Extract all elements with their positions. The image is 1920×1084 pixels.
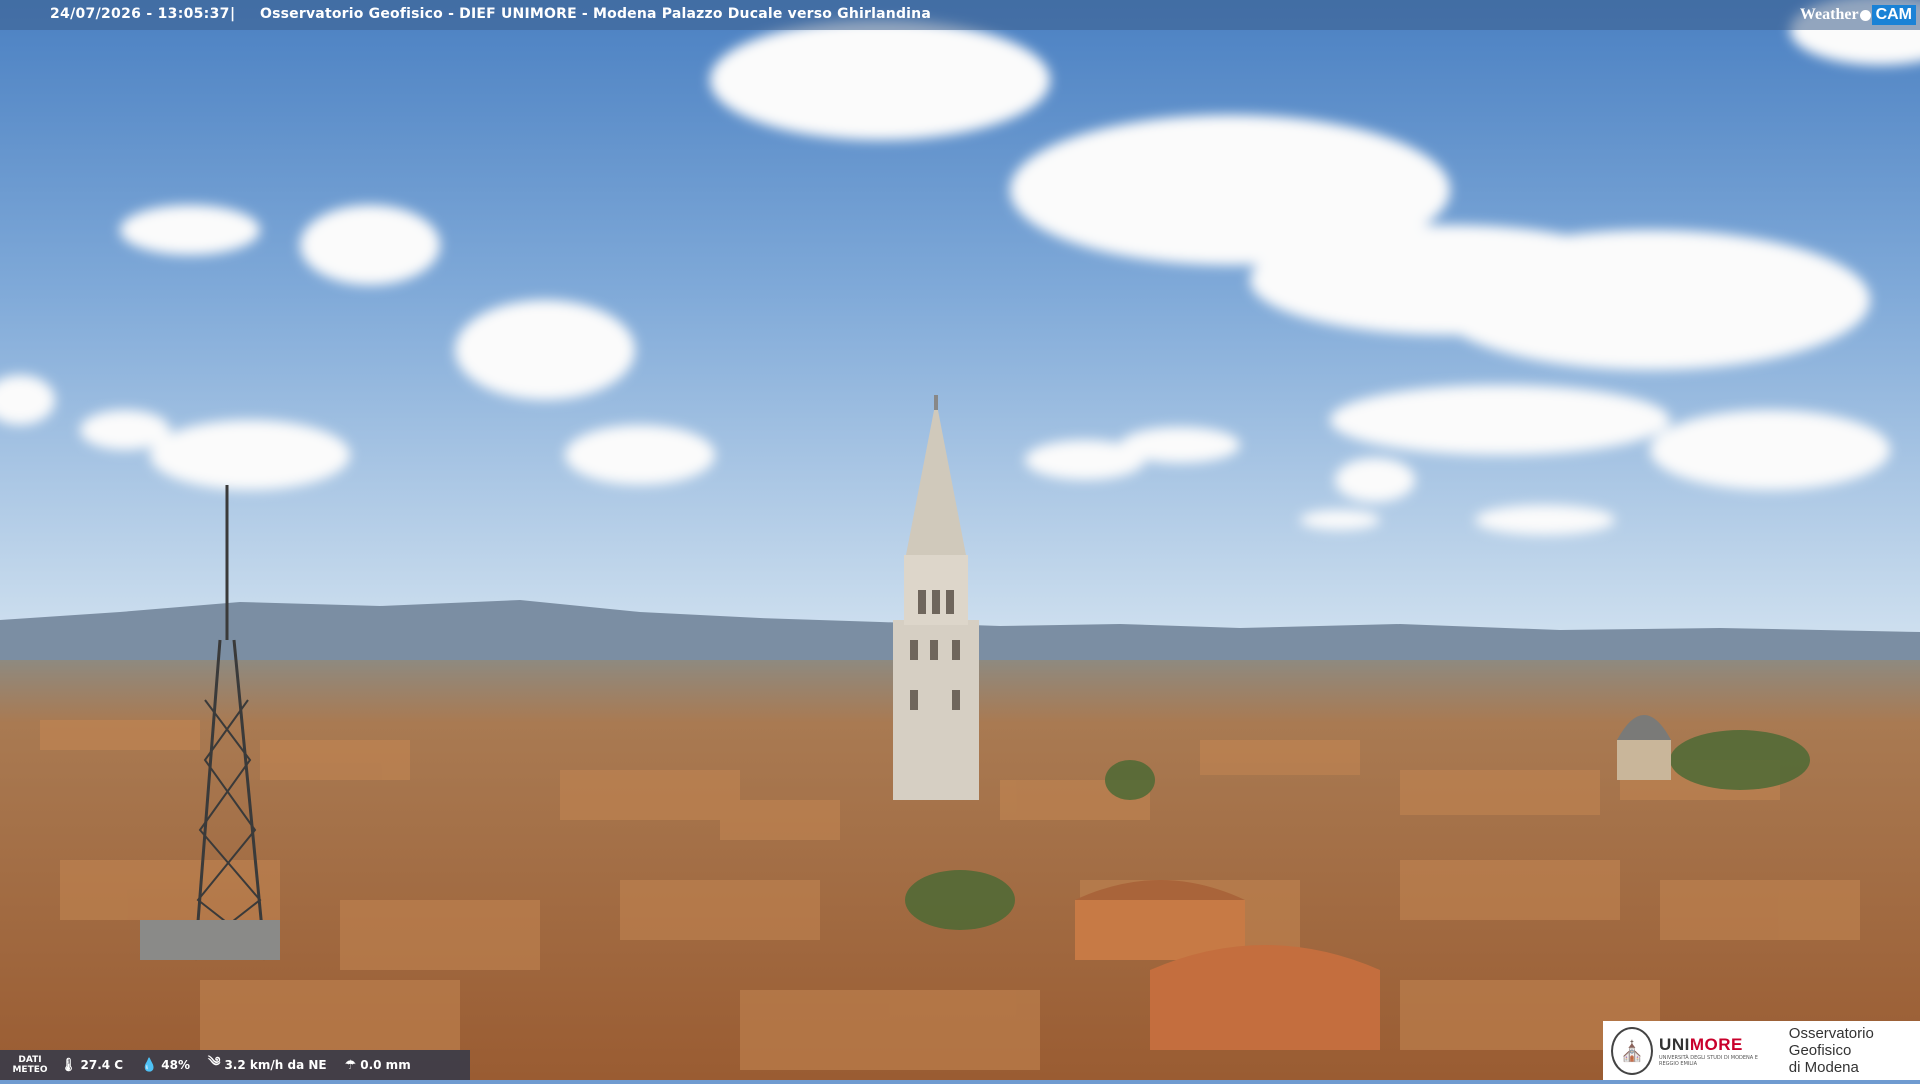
rain-value: 0.0 mm	[360, 1058, 411, 1072]
unimore-wordmark: UNIMORE UNIVERSITÀ DEGLI STUDI DI MODENA…	[1659, 1035, 1779, 1067]
weathercam-logo: Weather CAM	[1800, 2, 1916, 28]
drop-icon: 💧	[141, 1057, 158, 1073]
wind-value: 3.2 km/h da NE	[224, 1058, 327, 1072]
observatory-line2: di Modena	[1788, 1059, 1859, 1076]
meteo-label-line1: DATI	[18, 1055, 42, 1065]
unimore-suffix: MORE	[1689, 1034, 1743, 1054]
brand-dot-icon	[1859, 9, 1871, 21]
meteo-label: DATI METEO	[0, 1055, 60, 1075]
wind-reading: ༄ 3.2 km/h da NE	[208, 1047, 327, 1084]
temperature-value: 27.4 C	[80, 1058, 124, 1072]
unimore-logo: ⛪ UNIMORE UNIVERSITÀ DEGLI STUDI DI MODE…	[1603, 1021, 1920, 1080]
wind-icon: ༄	[208, 1054, 221, 1070]
rain-reading: ☂ 0.0 mm	[345, 1058, 411, 1073]
webcam-scene	[0, 0, 1920, 1080]
humidity-value: 48%	[161, 1058, 191, 1072]
university-seal-icon: ⛪	[1611, 1026, 1654, 1075]
meteo-bar: DATI METEO 🌡 27.4 C 💧 48% ༄ 3.2 km/h da …	[0, 1050, 470, 1080]
meteo-label-line2: METEO	[12, 1065, 48, 1075]
thermometer-icon: 🌡	[60, 1057, 77, 1073]
observatory-line1: Osservatorio Geofisico	[1788, 1025, 1874, 1059]
humidity-reading: 💧 48%	[141, 1058, 190, 1073]
rain-icon: ☂	[344, 1057, 357, 1073]
unimore-prefix: UNI	[1659, 1034, 1690, 1054]
unimore-subtitle: UNIVERSITÀ DEGLI STUDI DI MODENA E REGGI…	[1659, 1054, 1758, 1067]
brand-weather-text: Weather	[1799, 6, 1859, 23]
camera-title: Osservatorio Geofisico - DIEF UNIMORE - …	[260, 6, 931, 22]
timestamp: 24/07/2026 - 13:05:37	[50, 6, 230, 22]
temperature-reading: 🌡 27.4 C	[60, 1058, 123, 1073]
caption-separator: |	[230, 6, 236, 22]
caption-bar: 24/07/2026 - 13:05:37 | Osservatorio Geo…	[0, 0, 1920, 30]
observatory-name: Osservatorio Geofisico di Modena	[1789, 1025, 1920, 1076]
brand-cam-text: CAM	[1871, 5, 1916, 25]
